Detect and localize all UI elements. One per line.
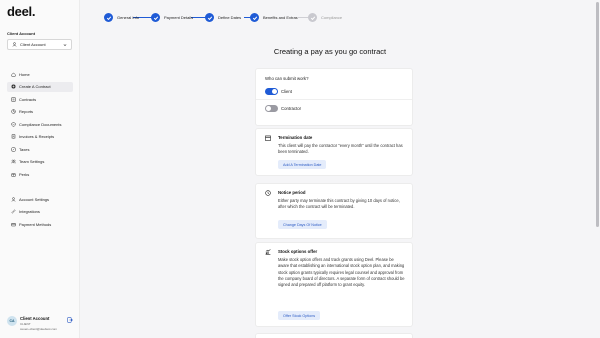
sidebar-item-label: Taxes [19,146,30,152]
check-icon [151,13,160,22]
chart-up-icon [265,249,271,255]
client-toggle-label: Client [281,88,292,94]
step-benefits-extras[interactable]: Benefits and Extras [250,13,298,22]
submit-work-question: Who can submit work? [265,76,309,81]
offer-stock-options-button[interactable]: Offer Stock Options [278,311,321,320]
sidebar-item-team-settings[interactable]: Team Settings [7,157,73,167]
profile-block[interactable]: CA Client Account CLIENT ceuen+client@de… [7,314,73,334]
sidebar-item-taxes[interactable]: Taxes [7,144,73,154]
stock-options-text: Make stock option offers and track grant… [278,257,405,288]
step-label: Benefits and Extras [263,15,298,20]
plus-circle-icon [11,84,16,89]
sidebar-item-label: Perks [19,171,30,177]
reports-icon [11,109,16,114]
divider [256,99,412,100]
sidebar-item-invoices-receipts[interactable]: Invoices & Receipts [7,132,73,142]
sidebar-item-account-settings[interactable]: Account Settings [7,194,73,204]
tax-icon [11,147,16,151]
account-select-value: Client Account [20,42,46,47]
link-icon [11,209,16,214]
sidebar-item-create-contract[interactable]: Create A Contract [7,81,73,92]
next-card [255,333,413,338]
sidebar-nav-secondary: Account Settings Integrations Payment Me… [7,194,73,232]
sidebar-item-perks[interactable]: Perks [7,169,73,179]
deel-logo[interactable]: deel. [7,4,35,19]
step-label: Compliance [321,15,343,20]
user-icon [12,42,17,47]
notice-period-title: Notice period [278,190,306,195]
stock-options-title: Stock options offer [278,249,318,254]
client-toggle[interactable] [265,87,278,95]
add-termination-date-button[interactable]: Add A Termination Date [278,160,327,169]
contract-stepper: General Info Payment Details Define Date… [104,13,364,25]
sidebar-item-label: Invoices & Receipts [19,134,55,139]
profile-email: ceuen+client@deeltest.com [20,327,57,331]
calendar-icon [265,135,271,141]
sidebar-item-label: Team Settings [19,159,45,164]
contractor-toggle-label: Contractor [281,105,302,111]
sidebar-item-integrations[interactable]: Integrations [7,207,73,217]
logout-icon[interactable] [67,317,73,323]
step-compliance[interactable]: Compliance [308,13,342,22]
termination-date-card: Termination date This client will pay th… [255,128,413,176]
sidebar-item-compliance-documents[interactable]: Compliance Documents [7,119,73,129]
sidebar-item-contracts[interactable]: Contracts [7,94,73,104]
client-toggle-row[interactable]: Client [265,87,292,95]
sidebar-nav: Home Create A Contract Contracts Reports… [7,69,73,182]
step-define-dates[interactable]: Define Dates [205,13,241,22]
shield-check-icon [11,121,16,127]
check-icon [205,13,214,22]
termination-date-title: Termination date [278,135,313,140]
sidebar-item-reports[interactable]: Reports [7,107,73,117]
step-connector [298,17,308,18]
page-title: Creating a pay as you go contract [273,47,387,56]
sidebar-item-home[interactable]: Home [7,69,73,79]
account-label: Client Account [7,31,36,36]
invoice-icon [11,134,16,139]
termination-date-text: This client will pay the contractor "eve… [278,143,403,155]
sidebar-item-label: Compliance Documents [19,121,62,127]
step-label: General Info [117,15,140,20]
team-icon [11,159,16,164]
sidebar: deel. Client Account Client Account Home… [0,0,80,338]
sidebar-item-label: Reports [19,109,34,114]
sidebar-item-label: Home [19,71,30,77]
check-icon [308,13,317,22]
sidebar-item-label: Payment Methods [19,221,52,227]
sidebar-item-label: Account Settings [19,196,50,202]
account-select[interactable]: Client Account [7,39,72,50]
step-label: Define Dates [218,15,242,20]
chevron-down-icon [63,44,67,46]
contractor-toggle-row[interactable]: Contractor [265,104,301,112]
profile-role: CLIENT [20,322,31,326]
profile-name: Client Account [20,316,50,321]
contractor-toggle[interactable] [265,104,278,112]
step-payment-details[interactable]: Payment Details [151,13,193,22]
sidebar-item-label: Create A Contract [19,84,51,89]
step-general-info[interactable]: General Info [104,13,139,22]
step-label: Payment Details [164,15,194,20]
notice-period-text: Either party may terminate this contract… [278,198,400,210]
sidebar-item-payment-methods[interactable]: Payment Methods [7,219,73,229]
stock-options-card: Stock options offer Make stock option of… [255,242,413,327]
avatar: CA [7,316,17,326]
change-days-of-notice-button[interactable]: Change Days Of Notice [278,220,327,229]
toggle-knob [266,105,271,111]
submit-work-card: Who can submit work? Client Contractor [255,68,413,126]
clock-icon [265,190,271,196]
payment-icon [11,222,16,226]
notice-period-card: Notice period Either party may terminate… [255,183,413,239]
check-icon [250,13,259,22]
scrollbar-thumb[interactable] [596,2,599,227]
sidebar-item-label: Contracts [19,96,37,102]
home-icon [11,72,16,76]
check-icon [104,13,113,22]
user-icon [11,196,16,202]
toggle-knob [272,88,277,94]
sidebar-item-label: Integrations [19,209,40,214]
gift-icon [11,173,16,176]
document-icon [11,97,16,101]
